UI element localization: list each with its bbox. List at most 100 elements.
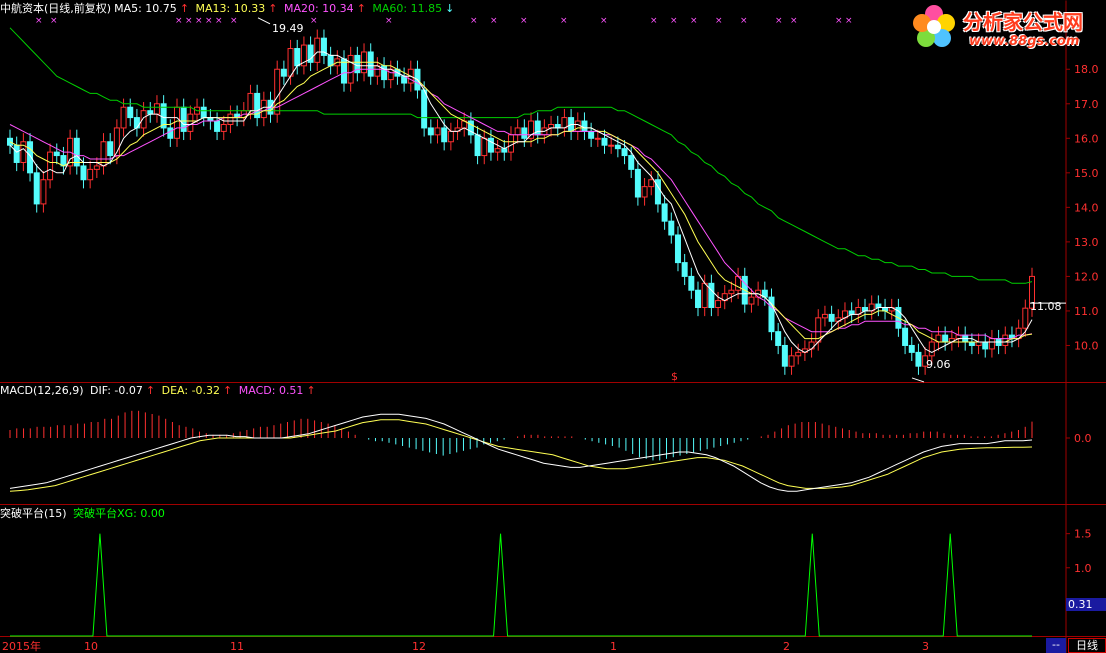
candle-body-135 (908, 344, 915, 353)
signal-marker-12: × (520, 16, 528, 26)
candle-body-18 (127, 106, 134, 119)
candle-body-123 (828, 313, 835, 322)
candle-body-33 (227, 113, 234, 125)
candle-body-51 (347, 54, 354, 84)
price-tick-label-4: 14.0 (1074, 201, 1099, 214)
candle-body-19 (133, 117, 140, 129)
signal-mark: $ (671, 370, 678, 383)
x-label-oct: 10 (84, 640, 98, 653)
price-tick-label-0: 10.0 (1074, 339, 1099, 352)
candle-body-145 (975, 341, 982, 346)
x-label-nov: 11 (230, 640, 244, 653)
candle-body-65 (441, 127, 448, 143)
candle-body-73 (494, 148, 501, 153)
candle-body-140 (942, 334, 949, 343)
price-tick-label-8: 18.0 (1074, 63, 1099, 76)
x-label-feb: 2 (783, 640, 790, 653)
candle-body-3 (27, 141, 34, 174)
signal-marker-16: × (670, 16, 678, 26)
signal-marker-0: × (35, 16, 43, 26)
ma60-line (9, 27, 1033, 284)
high-annotation: 19.49 (272, 22, 304, 35)
macd-title: MACD(12,26,9) (0, 384, 84, 397)
signal-marker-19: × (740, 16, 748, 26)
chart-canvas[interactable]: 10.011.012.013.014.015.016.017.018.0× × × ×… (0, 0, 1106, 653)
ma60-arrow: ↓ (445, 2, 455, 15)
candle-body-17 (120, 106, 127, 129)
signal-marker-4: × (195, 16, 203, 26)
x-label-mar: 3 (922, 640, 929, 653)
signal-marker-18: × (715, 16, 723, 26)
candle-body-12 (87, 168, 94, 181)
candle-body-66 (447, 130, 454, 143)
low-annotation: 9.06 (926, 358, 951, 371)
macd-legend: MACD(12,26,9) DIF: -0.07 ↑ DEA: -0.32 ↑ MA… (0, 384, 319, 397)
ind-tick-label-2: 1.5 (1074, 528, 1092, 541)
candle-body-75 (507, 134, 514, 153)
candle-body-101 (681, 262, 688, 277)
signal-marker-20: × (775, 16, 783, 26)
macd-value: MACD: 0.51 (238, 384, 304, 397)
candle-body-122 (821, 313, 828, 319)
candle-body-102 (688, 275, 695, 291)
macd-arrow: ↑ (306, 384, 316, 397)
timeframe-button[interactable]: 日线 (1068, 638, 1106, 653)
signal-marker-13: × (560, 16, 568, 26)
candle-body-92 (621, 148, 628, 157)
x-label-jan: 1 (610, 640, 617, 653)
candle-body-43 (294, 48, 301, 67)
price-tick-label-5: 15.0 (1074, 167, 1099, 180)
ind-tick-label-1: 1.0 (1074, 562, 1092, 575)
macd-zero-label: 0.0 (1074, 432, 1092, 445)
candle-body-142 (955, 334, 962, 340)
candle-body-13 (93, 165, 100, 170)
candle-body-11 (80, 165, 87, 181)
flower-logo-icon (913, 5, 955, 47)
ma5-value: MA5: 10.75 (114, 2, 177, 15)
candle-body-85 (574, 120, 581, 132)
candle-body-87 (588, 130, 595, 139)
signal-marker-21: × (790, 16, 798, 26)
candle-body-77 (521, 127, 528, 139)
candle-body-5 (40, 179, 47, 205)
candle-body-70 (474, 134, 481, 157)
signal-marker-10: × (470, 16, 478, 26)
candle-body-99 (668, 220, 675, 236)
ma5-arrow: ↑ (179, 2, 190, 15)
candle-body-71 (481, 137, 488, 157)
xg-signal-line (10, 533, 1032, 637)
dif-arrow: ↑ (145, 384, 156, 397)
stock-title: 中航资本(日线,前复权) (0, 2, 112, 15)
candle-body-138 (928, 341, 935, 357)
price-tick-label-7: 17.0 (1074, 98, 1099, 111)
candle-body-120 (808, 341, 815, 350)
candle-body-130 (875, 303, 882, 308)
candle-body-134 (902, 327, 909, 346)
scroll-dash-button[interactable]: -- (1046, 638, 1066, 653)
signal-marker-8: × (310, 16, 318, 26)
candle-body-6 (47, 151, 54, 181)
candle-body-98 (661, 203, 668, 222)
candle-body-32 (220, 123, 227, 132)
site-logo: 分析家公式网 www.88gs.com (905, 2, 1105, 54)
logo-name: 分析家公式网 (963, 10, 1083, 34)
candle-body-103 (695, 289, 702, 308)
candle-body-116 (781, 344, 788, 367)
signal-marker-14: × (600, 16, 608, 26)
indicator-title: 突破平台(15) (0, 507, 67, 520)
candle-body-24 (167, 127, 174, 139)
candle-body-4 (33, 172, 40, 205)
candle-body-54 (367, 51, 374, 77)
candle-body-63 (427, 127, 434, 136)
candle-body-93 (628, 155, 635, 170)
candle-body-94 (634, 168, 641, 198)
signal-marker-6: × (215, 16, 223, 26)
price-tick-label-6: 16.0 (1074, 132, 1099, 145)
candle-body-20 (140, 110, 147, 129)
xg-value: 突破平台XG: 0.00 (73, 507, 165, 520)
candle-body-91 (614, 144, 621, 150)
candle-body-62 (421, 89, 428, 129)
candle-body-95 (641, 186, 648, 198)
candle-body-100 (674, 234, 681, 264)
candle-body-10 (73, 137, 80, 167)
